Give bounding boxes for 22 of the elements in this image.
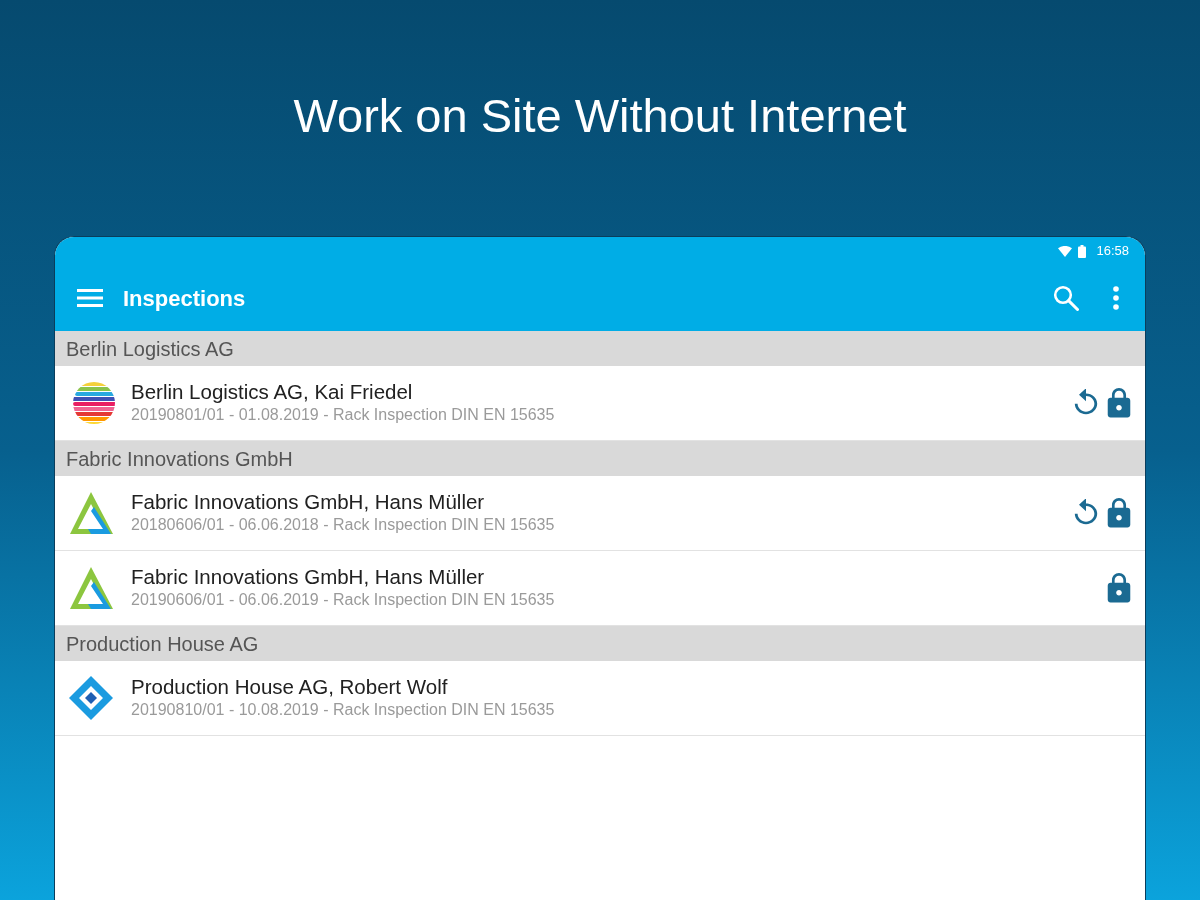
- inspection-title: Fabric Innovations GmbH, Hans Müller: [131, 564, 486, 590]
- inspection-title: Fabric Innovations GmbH, Hans Müller: [131, 489, 486, 515]
- battery-icon: [1078, 244, 1087, 258]
- inspection-details: 20180606/01 - 06.06.2018 - Rack Inspection DIN EN 15635: [131, 515, 556, 535]
- section-header: Berlin Logistics AG: [55, 331, 1145, 366]
- inspection-title: Production House AG, Robert Wolf: [131, 674, 449, 700]
- inspection-row[interactable]: Production House AG, Robert Wolf 20190810/01 - 10.08.2019 - Rack Inspection DIN EN 15635: [55, 661, 1145, 736]
- inspection-details: 20190801/01 - 01.08.2019 - Rack Inspection DIN EN 15635: [131, 405, 556, 425]
- app-title: Inspections: [123, 284, 246, 313]
- section-header: Production House AG: [55, 626, 1145, 661]
- more-vertical-icon: [1113, 286, 1119, 310]
- search-icon: [1053, 285, 1079, 311]
- inspection-details: 20190606/01 - 06.06.2019 - Rack Inspection DIN EN 15635: [131, 590, 556, 610]
- search-button[interactable]: [1051, 283, 1081, 313]
- headline: Work on Site Without Internet: [293, 87, 907, 144]
- inspection-title: Berlin Logistics AG, Kai Friedel: [131, 379, 414, 405]
- status-time: 16:58: [1096, 242, 1129, 261]
- inspection-details: 20190810/01 - 10.08.2019 - Rack Inspection DIN EN 15635: [131, 700, 556, 720]
- menu-icon: [77, 289, 103, 307]
- wifi-icon: [1058, 245, 1073, 257]
- section-header: Fabric Innovations GmbH: [55, 441, 1145, 476]
- inspection-row[interactable]: Fabric Innovations GmbH, Hans Müller 20180606/01 - 06.06.2018 - Rack Inspection DIN EN 15635: [55, 476, 1145, 551]
